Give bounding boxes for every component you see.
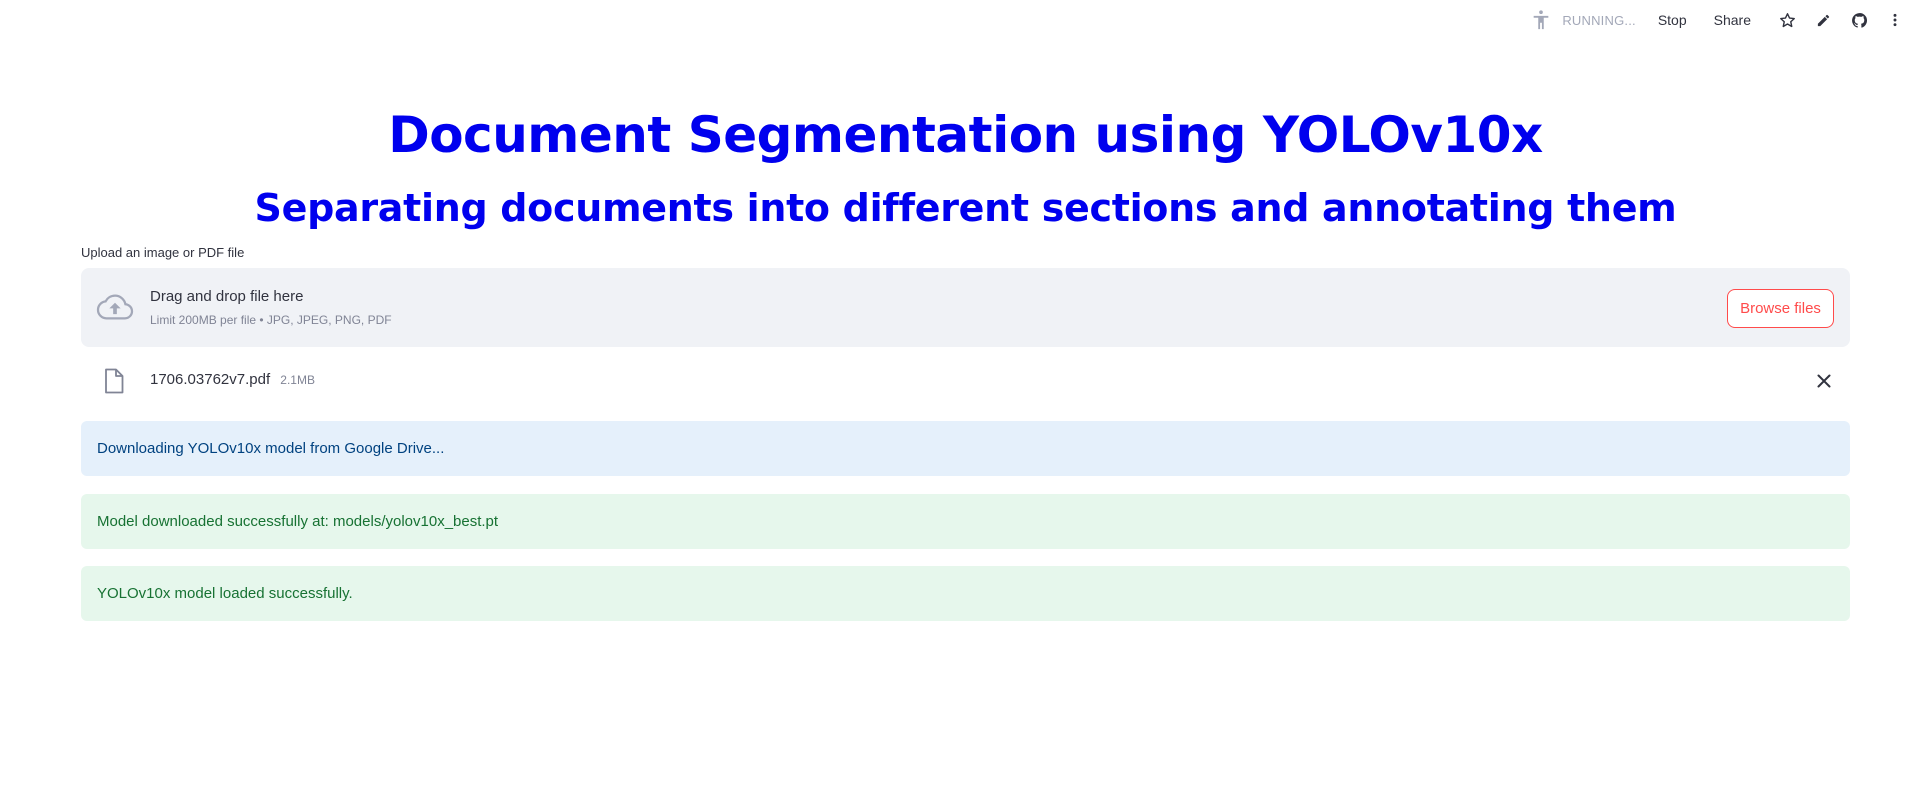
success-alert: Model downloaded successfully at: models… [81,494,1850,549]
page-title: Document Segmentation using YOLOv10x [388,106,1543,164]
stop-button[interactable]: Stop [1658,12,1687,28]
dropzone-text: Drag and drop file here Limit 200MB per … [150,288,392,327]
info-alert: Downloading YOLOv10x model from Google D… [81,421,1850,476]
pencil-icon[interactable] [1814,11,1832,29]
file-dropzone[interactable]: Drag and drop file here Limit 200MB per … [81,268,1850,347]
uploaded-file-name: 1706.03762v7.pdf [150,371,271,388]
page-subtitle: Separating documents into different sect… [254,186,1677,230]
uploaded-file-size: 2.1MB [280,373,315,387]
dropzone-title: Drag and drop file here [150,288,304,305]
file-icon [105,368,124,394]
running-man-icon [1533,10,1549,30]
uploaded-file-row: 1706.03762v7.pdf 2.1MB [81,362,1850,398]
cloud-upload-icon [96,294,134,320]
uploaded-file-info: 1706.03762v7.pdf 2.1MB [150,371,315,388]
running-text: RUNNING... [1562,12,1636,28]
star-icon[interactable] [1778,11,1796,29]
share-button[interactable]: Share [1714,12,1751,28]
dropzone-limits: Limit 200MB per file • JPG, JPEG, PNG, P… [150,313,392,327]
close-icon[interactable] [1814,371,1834,391]
uploader-label: Upload an image or PDF file [81,245,245,260]
success-alert: YOLOv10x model loaded successfully. [81,566,1850,621]
more-vert-icon[interactable] [1886,11,1904,29]
app-header: RUNNING... Stop Share [0,0,1920,40]
running-status: RUNNING... [1530,8,1636,32]
github-icon[interactable] [1850,11,1868,29]
browse-files-button[interactable]: Browse files [1727,289,1834,328]
